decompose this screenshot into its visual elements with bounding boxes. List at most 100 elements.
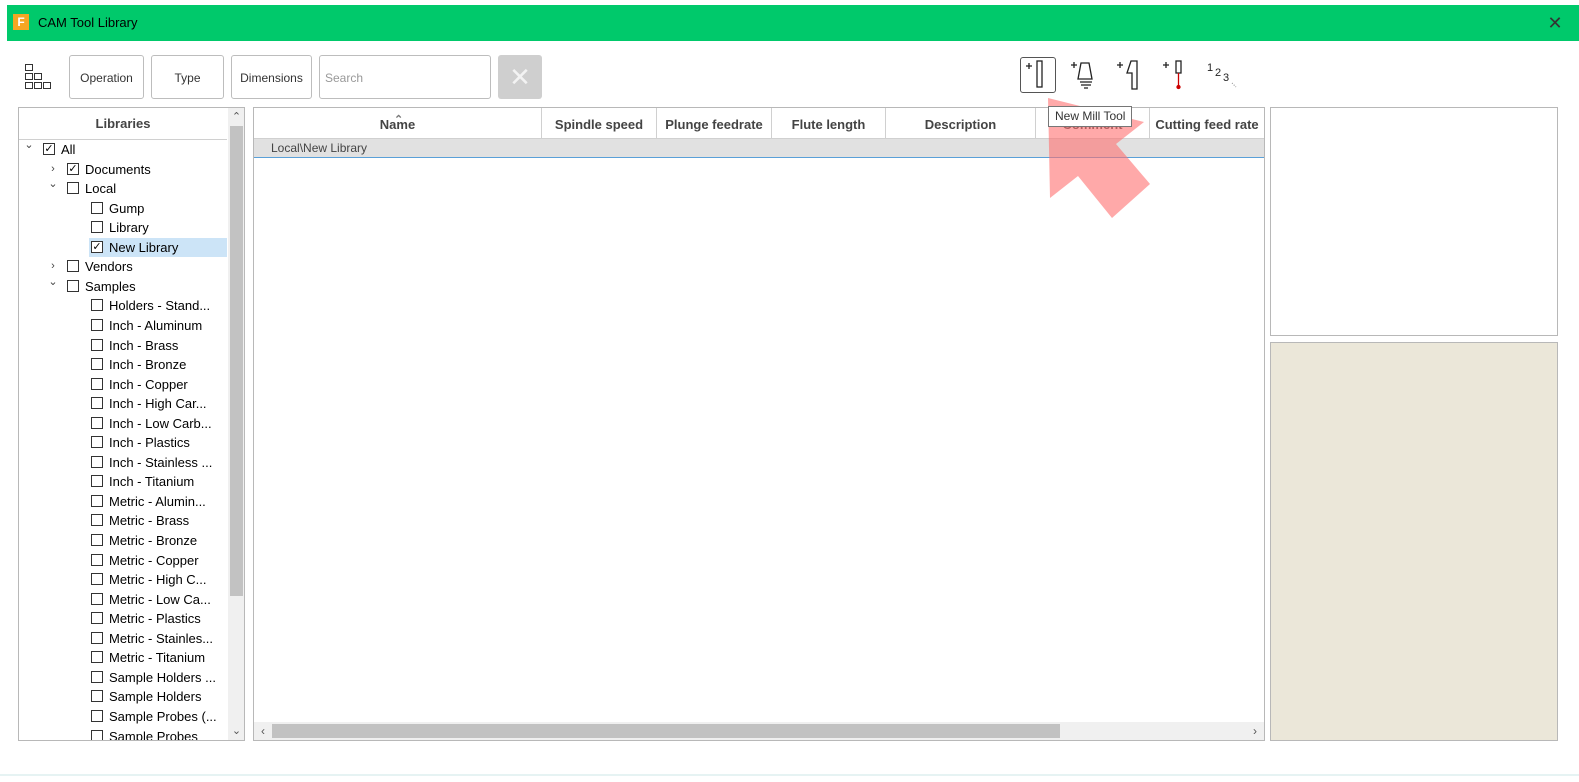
library-item[interactable]: Inch - Stainless ... xyxy=(19,453,227,472)
library-item[interactable]: Sample Probes (... xyxy=(19,707,227,726)
library-checkbox[interactable] xyxy=(91,670,103,683)
library-checkbox[interactable] xyxy=(91,729,103,740)
expand-chevron-down-icon[interactable]: ⌄ xyxy=(47,175,59,194)
library-item[interactable]: Metric - Titanium xyxy=(19,648,227,667)
library-item[interactable]: Sample Holders ... xyxy=(19,668,227,687)
library-item[interactable]: Metric - High C... xyxy=(19,570,227,589)
library-checkbox[interactable] xyxy=(91,455,103,468)
scroll-right-icon[interactable]: › xyxy=(1246,722,1264,740)
library-checkbox[interactable] xyxy=(91,358,103,371)
library-checkbox[interactable] xyxy=(91,416,103,429)
library-checkbox[interactable]: ✓ xyxy=(91,240,103,253)
new-turning-tool-icon[interactable] xyxy=(1113,57,1149,93)
dimensions-filter-button[interactable]: Dimensions xyxy=(231,55,312,99)
library-checkbox[interactable] xyxy=(91,690,103,703)
library-item[interactable]: Metric - Alumin... xyxy=(19,492,227,511)
library-checkbox[interactable] xyxy=(91,475,103,488)
library-item[interactable]: Metric - Bronze xyxy=(19,531,227,550)
column-header-name[interactable]: ⌃ Name xyxy=(254,108,542,139)
column-header-flute-length[interactable]: Flute length xyxy=(772,108,886,139)
library-item[interactable]: Metric - Brass xyxy=(19,511,227,530)
library-checkbox[interactable] xyxy=(91,436,103,449)
library-item-label: Metric - Stainles... xyxy=(109,630,214,646)
library-item-label: Metric - High C... xyxy=(109,572,207,588)
library-item[interactable]: ⌄ ✓ All xyxy=(19,139,227,159)
column-header-spindle-speed[interactable]: Spindle speed xyxy=(542,108,657,139)
expand-chevron-down-icon[interactable]: ⌄ xyxy=(23,136,35,155)
column-header-description[interactable]: Description xyxy=(886,108,1036,139)
library-item[interactable]: Inch - Bronze xyxy=(19,355,227,374)
libraries-scroll-thumb[interactable] xyxy=(230,126,243,596)
close-window-button[interactable]: ✕ xyxy=(1540,8,1570,38)
column-header-plunge-feedrate[interactable]: Plunge feedrate xyxy=(657,108,772,139)
library-item-label: Inch - Copper xyxy=(109,376,188,392)
library-item-label: Inch - Bronze xyxy=(109,357,187,373)
library-checkbox[interactable] xyxy=(91,514,103,527)
library-checkbox[interactable] xyxy=(91,651,103,664)
column-header-cutting-feed-rate[interactable]: Cutting feed rate xyxy=(1150,108,1264,139)
table-scroll-thumb[interactable] xyxy=(272,724,1060,738)
library-checkbox[interactable] xyxy=(67,279,79,292)
library-item-label: Metric - Copper xyxy=(109,552,199,568)
library-item[interactable]: Metric - Low Ca... xyxy=(19,590,227,609)
fusion-app-icon: F xyxy=(13,14,29,30)
new-holder-icon[interactable] xyxy=(1068,57,1104,93)
library-checkbox[interactable] xyxy=(91,573,103,586)
library-checkbox[interactable] xyxy=(91,201,103,214)
grid-layout-icon[interactable] xyxy=(24,64,56,92)
expand-chevron-down-icon[interactable]: ⌄ xyxy=(47,273,59,292)
library-item-label: Sample Holders ... xyxy=(109,669,216,685)
library-checkbox[interactable] xyxy=(91,377,103,390)
library-checkbox[interactable] xyxy=(67,260,79,273)
library-checkbox[interactable] xyxy=(91,612,103,625)
library-checkbox[interactable] xyxy=(91,338,103,351)
library-item[interactable]: ⌄ Local xyxy=(19,178,227,198)
renumber-icon[interactable]: 123 xyxy=(1204,57,1240,93)
library-item[interactable]: Inch - High Car... xyxy=(19,394,227,413)
scroll-down-icon[interactable]: ⌄ xyxy=(228,722,244,740)
new-mill-tool-icon[interactable] xyxy=(1020,57,1056,93)
library-item-label: Sample Probes xyxy=(109,728,198,741)
library-item-label: Metric - Bronze xyxy=(109,533,198,548)
library-item[interactable]: Sample Probes xyxy=(19,727,227,741)
operation-filter-button[interactable]: Operation xyxy=(69,55,144,99)
type-filter-button[interactable]: Type xyxy=(151,55,224,99)
new-probe-icon[interactable] xyxy=(1158,57,1194,93)
library-item[interactable]: Metric - Plastics xyxy=(19,609,227,628)
library-item[interactable]: ⌄ Samples xyxy=(19,276,227,296)
library-checkbox[interactable] xyxy=(91,494,103,507)
library-checkbox[interactable] xyxy=(91,299,103,312)
library-item[interactable]: Library xyxy=(19,218,227,237)
library-item[interactable]: Inch - Copper xyxy=(19,375,227,394)
scroll-left-icon[interactable]: ‹ xyxy=(254,722,272,740)
search-input[interactable]: Search xyxy=(319,55,491,99)
library-item[interactable]: Sample Holders xyxy=(19,687,227,706)
library-item[interactable]: Holders - Stand... xyxy=(19,296,227,315)
library-item-label: Samples xyxy=(85,278,136,294)
clear-search-button[interactable]: ✕ xyxy=(498,55,542,99)
library-item[interactable]: Inch - Aluminum xyxy=(19,316,227,335)
library-checkbox[interactable] xyxy=(91,553,103,566)
libraries-panel: Libraries ⌄ ✓ All › ✓ Documents ⌄ Local Gump Libr… xyxy=(18,107,245,741)
library-checkbox[interactable] xyxy=(91,318,103,331)
library-checkbox[interactable] xyxy=(91,592,103,605)
library-checkbox[interactable] xyxy=(91,631,103,644)
library-checkbox[interactable]: ✓ xyxy=(67,162,79,175)
library-checkbox[interactable] xyxy=(91,221,103,234)
library-checkbox[interactable] xyxy=(91,534,103,546)
library-item[interactable]: Metric - Stainles... xyxy=(19,629,227,648)
library-item[interactable]: ✓ New Library xyxy=(89,237,227,257)
library-item[interactable]: Inch - Brass xyxy=(19,336,227,355)
library-item[interactable]: Inch - Titanium xyxy=(19,472,227,491)
library-checkbox[interactable] xyxy=(91,709,103,722)
scroll-up-icon[interactable]: ⌃ xyxy=(228,108,244,126)
window-title: CAM Tool Library xyxy=(38,15,138,30)
library-checkbox[interactable] xyxy=(91,397,103,410)
library-checkbox[interactable]: ✓ xyxy=(43,143,55,155)
library-item-label: Metric - Titanium xyxy=(109,650,206,666)
library-item[interactable]: Inch - Low Carb... xyxy=(19,414,227,433)
library-item[interactable]: Inch - Plastics xyxy=(19,433,227,452)
library-item[interactable]: Metric - Copper xyxy=(19,551,227,570)
library-checkbox[interactable] xyxy=(67,182,79,195)
library-item[interactable]: Gump xyxy=(19,199,227,218)
